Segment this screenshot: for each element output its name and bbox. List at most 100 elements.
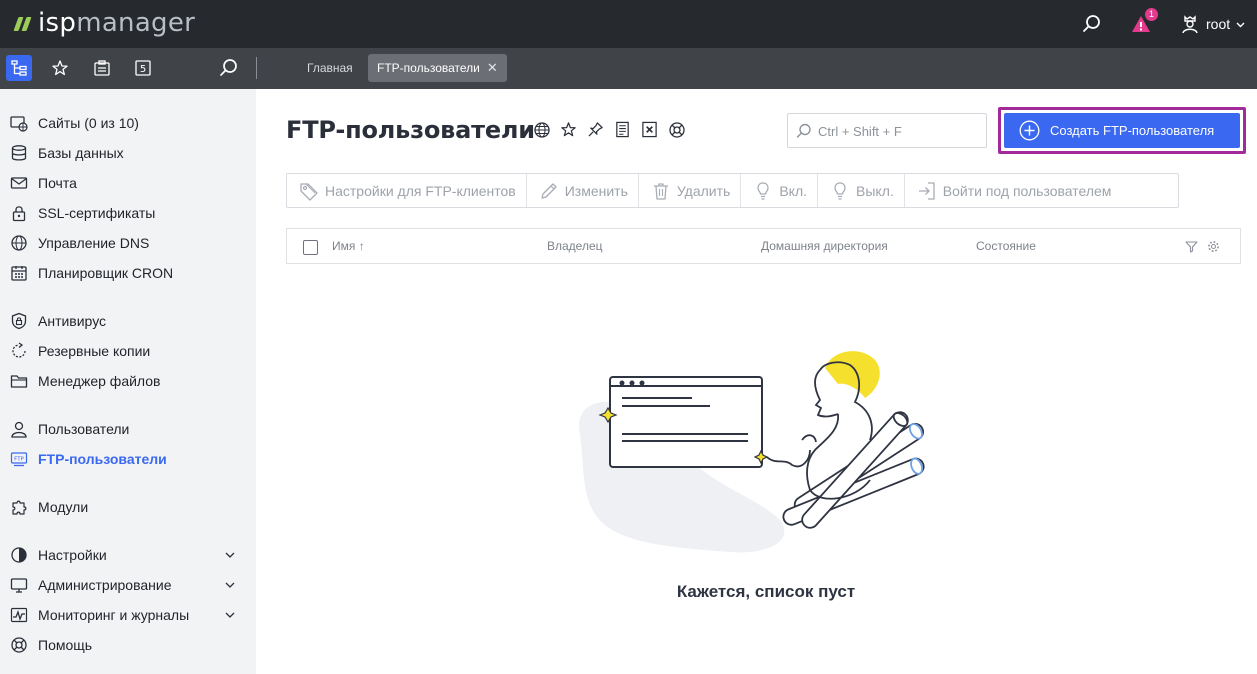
tab-ftp-users[interactable]: FTP-пользователи ✕ bbox=[368, 54, 507, 82]
global-search-icon[interactable] bbox=[1078, 10, 1106, 38]
page-title: FTP-пользователи bbox=[286, 116, 535, 144]
sidebar-item-mail[interactable]: Почта bbox=[0, 169, 256, 197]
sidebar: Сайты (0 из 10) Базы данных Почта SSL-се… bbox=[0, 89, 256, 674]
enable-button[interactable]: Вкл. bbox=[741, 174, 819, 207]
svg-text:FTP: FTP bbox=[14, 457, 24, 463]
calendar-icon bbox=[11, 266, 27, 281]
select-all-checkbox[interactable] bbox=[303, 240, 318, 255]
column-home-directory[interactable]: Домашняя директория bbox=[761, 239, 888, 253]
user-name: root bbox=[1206, 16, 1231, 32]
gear-icon[interactable] bbox=[1206, 239, 1220, 253]
create-ftp-user-button[interactable]: Создать FTP-пользователя bbox=[1004, 113, 1240, 148]
shield-icon bbox=[11, 312, 27, 330]
sidebar-item-modules[interactable]: Модули bbox=[0, 493, 256, 521]
disable-button[interactable]: Выкл. bbox=[818, 174, 905, 207]
sidebar-item-monitoring[interactable]: Мониторинг и журналы bbox=[0, 601, 256, 629]
divider bbox=[256, 57, 257, 79]
close-tab-icon[interactable]: ✕ bbox=[487, 60, 498, 76]
ftp-client-settings-button[interactable]: Настройки для FTP-клиентов bbox=[287, 174, 527, 207]
doc-icon[interactable] bbox=[613, 120, 632, 139]
column-name[interactable]: Имя ↑ bbox=[332, 239, 365, 253]
svg-text:5: 5 bbox=[140, 64, 146, 75]
plus-circle-icon bbox=[1019, 120, 1040, 141]
column-status[interactable]: Состояние bbox=[976, 239, 1036, 253]
table-tools bbox=[1184, 239, 1220, 253]
notifications-button[interactable]: 1 bbox=[1127, 8, 1158, 38]
logo-mark bbox=[12, 13, 34, 33]
monitor-icon bbox=[10, 578, 28, 593]
search-icon bbox=[796, 123, 811, 138]
database-icon bbox=[11, 145, 27, 161]
user-menu[interactable]: root bbox=[1180, 10, 1245, 38]
ftp-icon: FTP bbox=[10, 452, 28, 467]
login-icon bbox=[917, 181, 937, 201]
sidebar-item-help[interactable]: Помощь bbox=[0, 631, 256, 659]
five-icon[interactable]: 5 bbox=[130, 55, 156, 81]
pin-icon[interactable] bbox=[586, 120, 605, 139]
delete-button[interactable]: Удалить bbox=[639, 174, 742, 207]
edit-button[interactable]: Изменить bbox=[527, 174, 639, 207]
backup-icon bbox=[12, 342, 26, 358]
tab-label: FTP-пользователи bbox=[377, 61, 480, 75]
star-icon[interactable] bbox=[47, 55, 73, 81]
chevron-down-icon bbox=[225, 552, 235, 558]
login-as-user-button[interactable]: Войти под пользователем bbox=[905, 174, 1122, 207]
chevron-down-icon bbox=[225, 582, 235, 588]
create-button-highlight: Создать FTP-пользователя bbox=[998, 107, 1246, 154]
notification-badge: 1 bbox=[1145, 8, 1158, 21]
mail-icon bbox=[10, 177, 28, 189]
lifebuoy-icon[interactable] bbox=[667, 120, 686, 139]
column-owner[interactable]: Владелец bbox=[547, 239, 603, 253]
sidebar-item-settings[interactable]: Настройки bbox=[0, 541, 256, 569]
user-icon bbox=[11, 421, 27, 438]
empty-state-text: Кажется, список пуст bbox=[676, 582, 856, 601]
table-header: Имя ↑ Владелец Домашняя директория Состо… bbox=[286, 228, 1241, 264]
sidebar-item-sites[interactable]: Сайты (0 из 10) bbox=[0, 109, 256, 137]
empty-list-illustration bbox=[579, 351, 925, 553]
title-actions bbox=[532, 120, 686, 139]
tree-menu-icon[interactable] bbox=[6, 55, 32, 81]
bulb-on-icon bbox=[753, 181, 773, 201]
globe-icon[interactable] bbox=[532, 120, 551, 139]
bulb-off-icon bbox=[830, 181, 850, 201]
sidebar-item-antivirus[interactable]: Антивирус bbox=[0, 307, 256, 335]
trash-icon bbox=[651, 181, 671, 201]
menu-search-icon[interactable] bbox=[216, 55, 242, 81]
action-toolbar: Настройки для FTP-клиентов Изменить Удал… bbox=[286, 173, 1179, 208]
user-icon bbox=[1182, 15, 1198, 34]
puzzle-icon bbox=[12, 500, 27, 515]
sidebar-item-file-manager[interactable]: Менеджер файлов bbox=[0, 367, 256, 395]
tag-icon bbox=[299, 181, 319, 201]
top-bar: ispmanager 1 root bbox=[0, 0, 1257, 48]
sidebar-item-administration[interactable]: Администрирование bbox=[0, 571, 256, 599]
logo-text: ispmanager bbox=[38, 8, 196, 38]
help-icon bbox=[11, 637, 27, 653]
dns-icon bbox=[11, 235, 27, 251]
chevron-down-icon bbox=[1236, 22, 1245, 27]
search-input[interactable] bbox=[818, 120, 978, 142]
sidebar-item-ftp-users[interactable]: FTP FTP-пользователи bbox=[0, 445, 256, 473]
ispmanager-logo[interactable]: ispmanager bbox=[12, 8, 195, 38]
sidebar-item-dns[interactable]: Управление DNS bbox=[0, 229, 256, 257]
sites-icon bbox=[10, 116, 28, 132]
folder-icon bbox=[10, 375, 28, 388]
sidebar-item-users[interactable]: Пользователи bbox=[0, 415, 256, 443]
clipboard-icon[interactable] bbox=[89, 55, 115, 81]
excel-icon[interactable] bbox=[640, 120, 659, 139]
tab-label: Главная bbox=[307, 61, 353, 75]
pencil-icon bbox=[539, 181, 559, 201]
sidebar-item-ssl[interactable]: SSL-сертификаты bbox=[0, 199, 256, 227]
list-search bbox=[787, 113, 987, 148]
create-button-label: Создать FTP-пользователя bbox=[1050, 123, 1215, 138]
pulse-icon bbox=[10, 607, 28, 623]
chevron-down-icon bbox=[225, 612, 235, 618]
sidebar-item-backups[interactable]: Резервные копии bbox=[0, 337, 256, 365]
lock-icon bbox=[12, 206, 26, 222]
sidebar-item-databases[interactable]: Базы данных bbox=[0, 139, 256, 167]
navigation-bar: 5 Главная FTP-пользователи ✕ bbox=[0, 48, 1257, 89]
settings-icon bbox=[11, 547, 27, 563]
sidebar-item-cron[interactable]: Планировщик CRON bbox=[0, 259, 256, 287]
star-icon[interactable] bbox=[559, 120, 578, 139]
tab-home[interactable]: Главная bbox=[298, 54, 362, 82]
filter-icon[interactable] bbox=[1184, 239, 1198, 253]
